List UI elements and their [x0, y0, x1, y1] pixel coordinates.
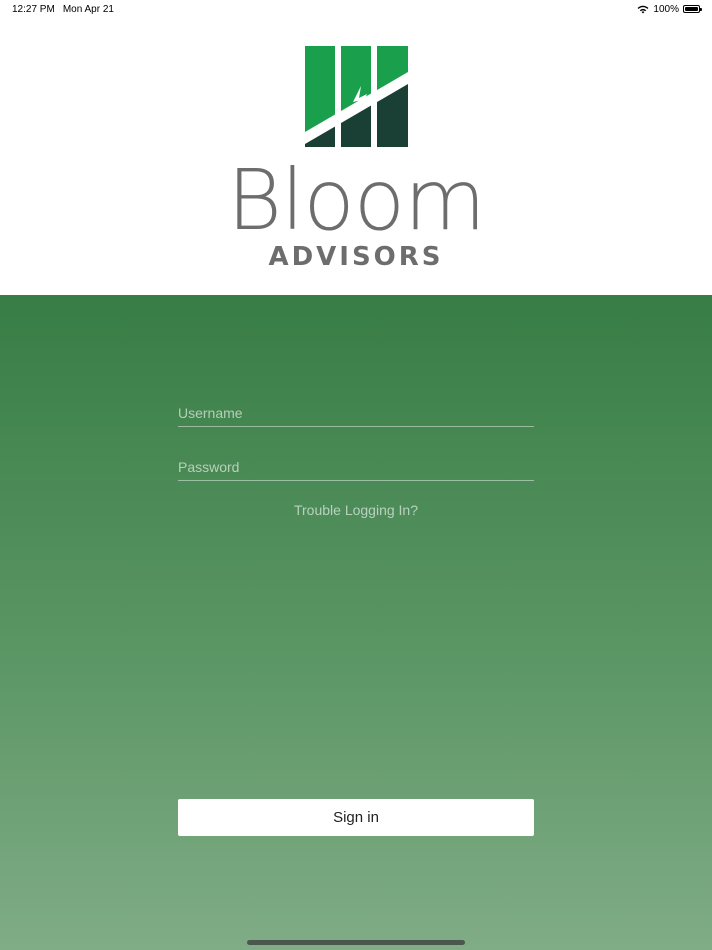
trouble-logging-in-link[interactable]: Trouble Logging In? [178, 502, 534, 518]
home-indicator[interactable] [247, 940, 465, 945]
password-field-container [178, 453, 534, 481]
password-input[interactable] [178, 453, 534, 480]
bloom-logo-icon [305, 46, 408, 147]
battery-percent: 100% [653, 3, 679, 15]
battery-fill [685, 7, 698, 11]
brand-name: Bloom [227, 151, 486, 249]
status-left: 12:27 PM Mon Apr 21 [12, 4, 114, 15]
status-date: Mon Apr 21 [62, 3, 114, 15]
sign-in-button[interactable]: Sign in [178, 799, 534, 836]
login-panel: Trouble Logging In? Sign in [0, 295, 712, 950]
wifi-icon [638, 5, 649, 13]
status-right: 100% [637, 3, 702, 15]
brand-header: Bloom ADVISORS [0, 18, 712, 295]
battery-icon [683, 5, 702, 13]
username-input[interactable] [178, 399, 534, 426]
username-field-container [178, 399, 534, 427]
brand-subtitle: ADVISORS [268, 242, 444, 272]
status-bar: 12:27 PM Mon Apr 21 100% [0, 0, 712, 18]
status-time: 12:27 PM [12, 3, 55, 15]
